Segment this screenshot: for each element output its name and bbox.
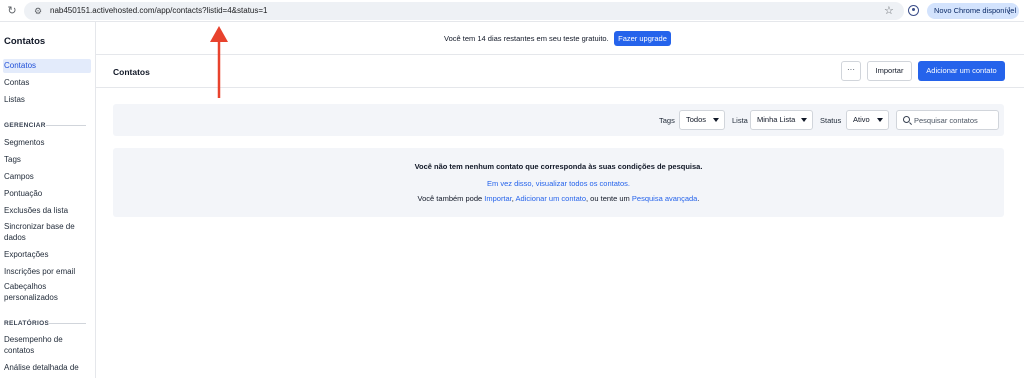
sidebar-item-pontuacao[interactable]: Pontuação [3, 187, 91, 201]
empty-state-title: Você não tem nenhum contato que correspo… [414, 162, 703, 171]
chevron-down-icon [801, 118, 807, 122]
add-contact-button[interactable]: Adicionar um contato [918, 61, 1005, 81]
sidebar-item-contas[interactable]: Contas [3, 76, 91, 90]
sidebar-item-tags[interactable]: Tags [3, 153, 91, 167]
sidebar-item-listas[interactable]: Listas [3, 93, 91, 107]
sidebar-item-segmentos[interactable]: Segmentos [3, 136, 91, 150]
sidebar-item-exclusoes[interactable]: Exclusões da lista [3, 204, 91, 218]
browser-toolbar: ↻ ⚙ nab450151.activehosted.com/app/conta… [0, 0, 1024, 22]
suggestion-suffix: . [697, 194, 700, 203]
annotation-arrow-head [210, 26, 228, 42]
status-filter-value: Ativo [853, 115, 870, 124]
chevron-down-icon [877, 118, 883, 122]
profile-icon[interactable] [908, 5, 919, 16]
tags-filter-select[interactable]: Todos [679, 110, 725, 130]
filter-bar: Tags Todos Lista Minha Lista Status Ativ… [113, 104, 1004, 136]
sidebar-item-sincronizar[interactable]: Sincronizar base de dados [3, 221, 83, 245]
view-all-contacts-link[interactable]: Em vez disso, visualizar todos os contat… [113, 179, 1004, 188]
page-title: Contatos [113, 67, 150, 77]
search-input[interactable] [914, 114, 996, 126]
section-relatorios: RELATÓRIOS [4, 320, 50, 327]
address-url[interactable]: nab450151.activehosted.com/app/contacts?… [50, 6, 267, 15]
add-contact-link[interactable]: Adicionar um contato [516, 194, 586, 203]
chrome-menu-icon[interactable]: ⋮ [1006, 3, 1014, 19]
search-box[interactable] [896, 110, 999, 130]
address-bar[interactable]: ⚙ nab450151.activehosted.com/app/contact… [24, 2, 904, 20]
suggestion-prefix: Você também pode [417, 194, 485, 203]
status-filter-select[interactable]: Ativo [846, 110, 889, 130]
more-options-button[interactable]: ··· [841, 61, 861, 81]
sidebar-item-analise[interactable]: Análise detalhada de [3, 361, 91, 375]
tags-filter-value: Todos [686, 115, 707, 124]
advanced-search-link[interactable]: Pesquisa avançada [632, 194, 697, 203]
sidebar-item-contatos[interactable]: Contatos [3, 59, 91, 73]
site-settings-icon[interactable]: ⚙ [32, 5, 44, 17]
sidebar-item-desempenho[interactable]: Desempenho de contatos [3, 334, 77, 358]
section-divider [48, 323, 86, 324]
sidebar-title: Contatos [4, 36, 46, 47]
section-divider [46, 125, 86, 126]
search-icon [903, 116, 910, 123]
sidebar-item-exportacoes[interactable]: Exportações [3, 248, 91, 262]
chrome-update-button[interactable]: Novo Chrome disponível ⋮ [927, 3, 1019, 19]
list-filter-value: Minha Lista [757, 115, 796, 124]
chevron-down-icon [713, 118, 719, 122]
tags-filter-label: Tags [659, 116, 675, 125]
section-gerenciar: GERENCIAR [4, 122, 46, 129]
status-filter-label: Status [820, 116, 842, 125]
suggestion-middle: , ou tente um [586, 194, 632, 203]
list-filter-select[interactable]: Minha Lista [750, 110, 813, 130]
empty-state: Você não tem nenhum contato que correspo… [113, 148, 1004, 217]
import-button[interactable]: Importar [867, 61, 912, 81]
sidebar-item-inscricoes[interactable]: Inscrições por email [3, 265, 91, 279]
sidebar-item-campos[interactable]: Campos [3, 170, 91, 184]
empty-state-suggestion: Você também pode Importar, Adicionar um … [113, 194, 1004, 203]
trial-message: Você tem 14 dias restantes em seu teste … [444, 34, 609, 43]
import-link[interactable]: Importar [484, 194, 512, 203]
list-filter-label: Lista [732, 116, 748, 125]
reload-icon[interactable]: ↻ [6, 5, 18, 17]
upgrade-button[interactable]: Fazer upgrade [614, 31, 671, 46]
chrome-update-label: Novo Chrome disponível [934, 6, 1017, 15]
sidebar-item-cabecalhos[interactable]: Cabeçalhos personalizados [3, 281, 75, 305]
sidebar: Contatos Contatos Contas Listas GERENCIA… [0, 22, 96, 378]
bookmark-star-icon[interactable]: ☆ [884, 4, 894, 18]
annotation-arrow-icon [210, 26, 228, 98]
